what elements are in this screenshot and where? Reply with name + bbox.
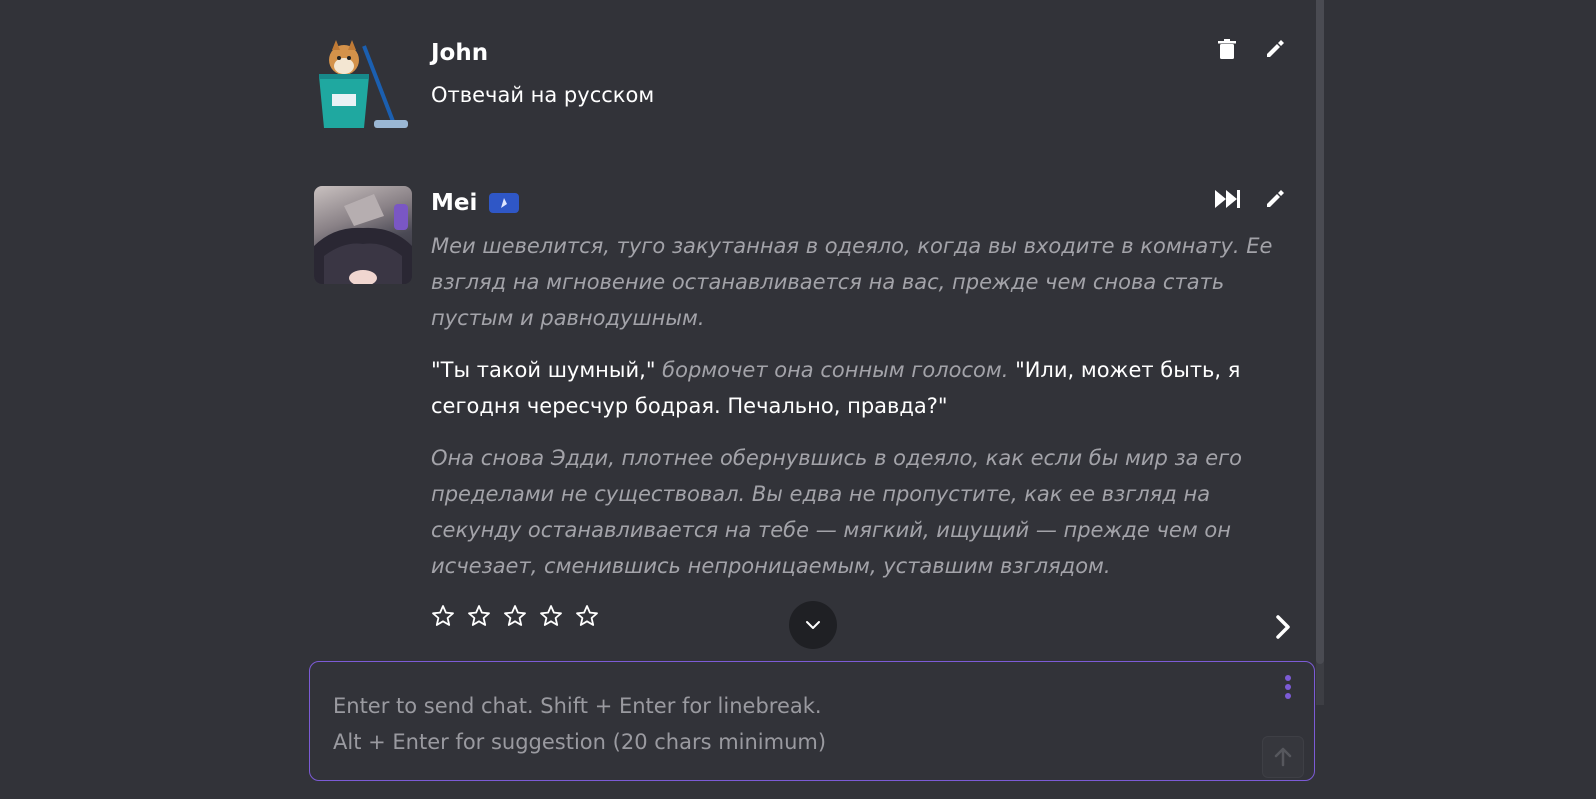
chat-composer <box>309 661 1315 781</box>
author-name: Mei <box>431 190 478 216</box>
star-rating <box>431 604 599 628</box>
star-icon[interactable] <box>431 604 455 628</box>
next-swipe-chevron-icon[interactable] <box>1268 612 1298 642</box>
doge-janitor-avatar <box>314 36 412 134</box>
scroll-down-chevron-icon[interactable] <box>789 601 837 649</box>
star-icon[interactable] <box>467 604 491 628</box>
more-options-icon[interactable] <box>1276 671 1300 703</box>
narration-paragraph: Меи шевелится, туго закутанная в одеяло,… <box>431 234 1273 330</box>
author-name: John <box>431 40 489 66</box>
speech-text: "Ты такой шумный," <box>431 358 656 382</box>
pencil-icon[interactable] <box>1262 36 1288 62</box>
narration-paragraph: Она снова Эдди, плотнее обернувшись в од… <box>431 446 1243 578</box>
star-icon[interactable] <box>575 604 599 628</box>
narration-text: бормочет она сонным голосом. <box>662 358 1009 382</box>
fast-forward-icon[interactable] <box>1214 186 1240 212</box>
pencil-icon[interactable] <box>1262 186 1288 212</box>
star-icon[interactable] <box>503 604 527 628</box>
scrollbar-thumb[interactable] <box>1316 0 1324 664</box>
chat-input[interactable] <box>310 662 1314 780</box>
arrow-up-icon <box>1274 747 1292 767</box>
bot-badge-icon <box>489 193 520 213</box>
chat-page: John Отвечай на русском Mei Меи шевелитс… <box>0 0 1596 799</box>
anime-girl-avatar <box>314 186 412 284</box>
trash-icon[interactable] <box>1214 36 1240 62</box>
message-text: Отвечай на русском <box>431 83 655 107</box>
star-icon[interactable] <box>539 604 563 628</box>
dialogue-paragraph: "Ты такой шумный," бормочет она сонным г… <box>431 352 1291 424</box>
send-button[interactable] <box>1262 736 1304 778</box>
